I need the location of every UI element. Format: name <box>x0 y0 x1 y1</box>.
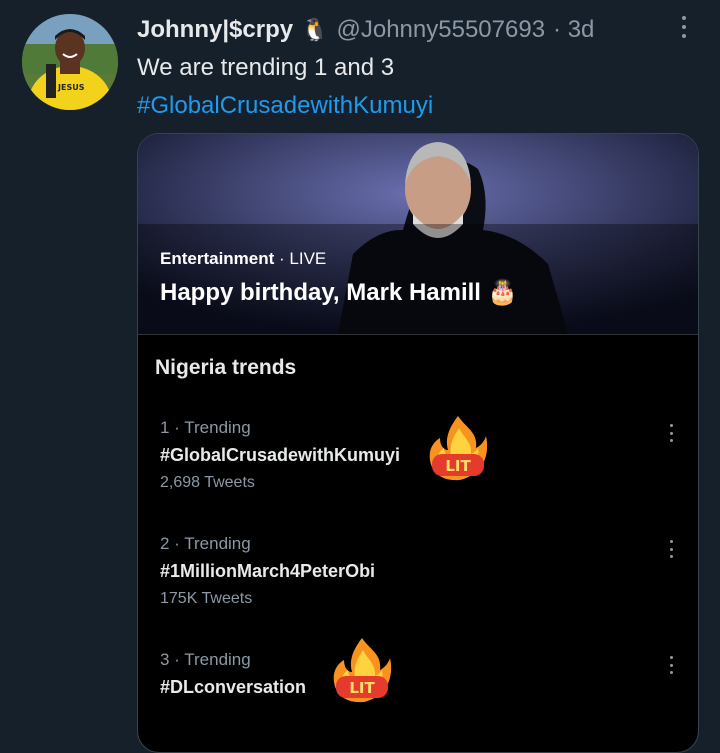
trend-name[interactable]: #DLconversation <box>160 677 306 698</box>
hero-banner[interactable]: Entertainment · LIVE Happy birthday, Mar… <box>138 134 698 334</box>
avatar-shirt-text: JESUS <box>57 83 85 92</box>
tweet-header: Johnny|$crpy 🐧 @Johnny55507693 · 3d <box>137 14 594 46</box>
more-options-icon[interactable] <box>668 656 674 674</box>
trend-meta: 1 · Trending <box>160 418 251 437</box>
hero-title[interactable]: Happy birthday, Mark Hamill 🎂 <box>160 278 518 307</box>
lit-fire-sticker: LIT <box>426 414 490 484</box>
divider <box>138 334 698 335</box>
trends-card[interactable]: Entertainment · LIVE Happy birthday, Mar… <box>137 133 699 753</box>
user-handle[interactable]: @Johnny55507693 <box>337 16 546 44</box>
avatar-photo: JESUS <box>22 14 118 110</box>
more-options-icon[interactable] <box>668 424 674 442</box>
trend-count: 2,698 Tweets <box>160 474 255 491</box>
svg-text:LIT: LIT <box>349 679 375 697</box>
trend-item-3[interactable]: 3 · Trending #DLconversation LIT <box>160 638 680 750</box>
hashtag-link[interactable]: #GlobalCrusadewithKumuyi <box>137 92 433 120</box>
penguin-emoji: 🐧 <box>301 17 329 42</box>
trend-name[interactable]: #1MillionMarch4PeterObi <box>160 561 375 582</box>
more-options-icon[interactable] <box>668 540 674 558</box>
svg-text:LIT: LIT <box>445 457 471 475</box>
trend-item-2[interactable]: 2 · Trending #1MillionMarch4PeterObi 175… <box>160 534 680 634</box>
trend-name[interactable]: #GlobalCrusadewithKumuyi <box>160 445 400 466</box>
cake-emoji: 🎂 <box>487 279 518 306</box>
tweet-text: We are trending 1 and 3 <box>137 54 395 81</box>
tweet-timestamp[interactable]: · 3d <box>553 16 594 44</box>
avatar[interactable]: JESUS <box>22 14 118 110</box>
lit-fire-sticker: LIT <box>330 636 394 706</box>
display-name[interactable]: Johnny|$crpy <box>137 16 293 44</box>
trend-meta: 3 · Trending <box>160 650 251 669</box>
trend-meta: 2 · Trending <box>160 534 251 553</box>
trend-count: 175K Tweets <box>160 590 253 607</box>
trend-category: Entertainment · LIVE <box>160 249 327 268</box>
more-options-icon[interactable] <box>676 14 692 40</box>
trend-item-1[interactable]: 1 · Trending #GlobalCrusadewithKumuyi 2,… <box>160 416 680 518</box>
section-heading: Nigeria trends <box>155 356 297 379</box>
